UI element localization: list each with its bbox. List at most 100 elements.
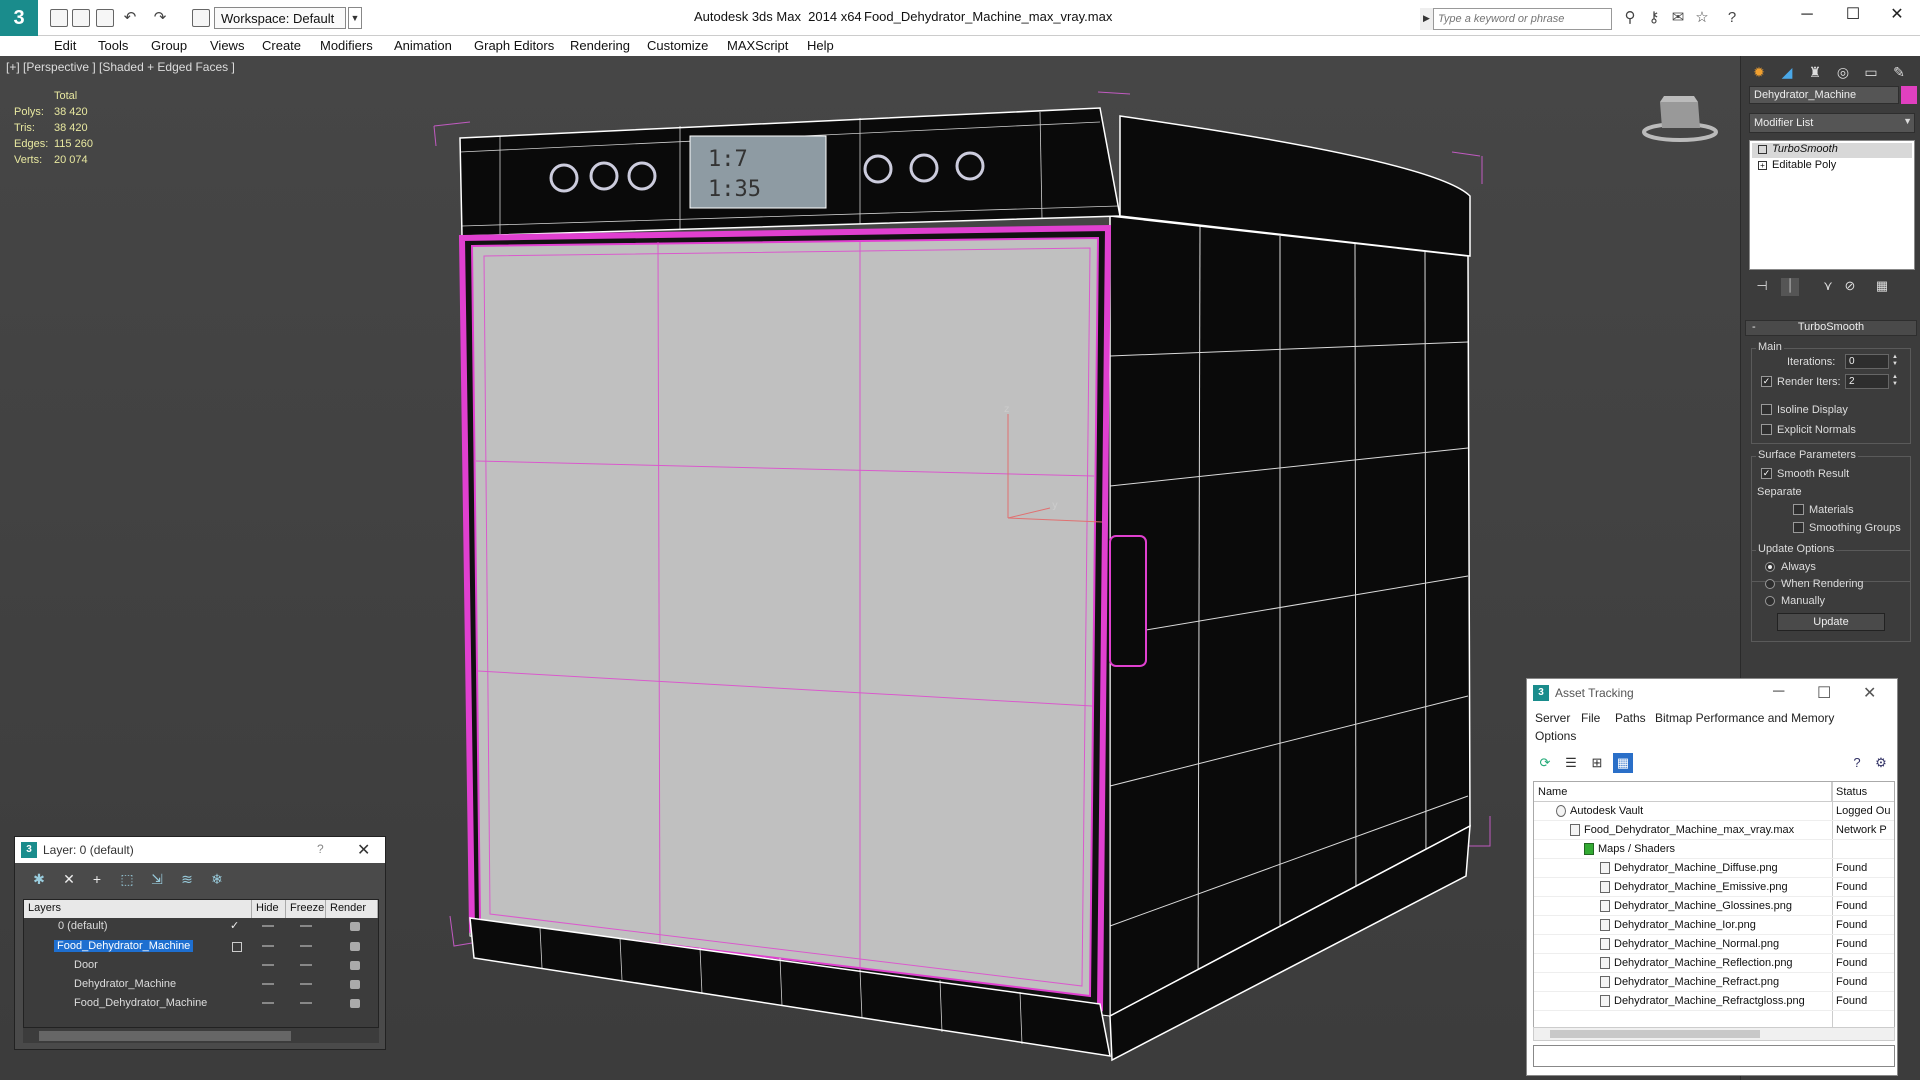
hierarchy-tab-icon[interactable]: ♜ bbox=[1803, 60, 1827, 84]
select-objects-icon[interactable]: ⬚ bbox=[117, 871, 137, 889]
settings-icon[interactable]: ⚙ bbox=[1871, 753, 1891, 773]
freeze-all-icon[interactable]: ❄ bbox=[207, 871, 227, 889]
open-file-icon[interactable] bbox=[72, 9, 90, 27]
help-icon[interactable]: ? bbox=[1847, 753, 1867, 773]
menu-maxscript[interactable]: MAXScript bbox=[727, 38, 788, 53]
explicit-normals-checkbox[interactable] bbox=[1761, 424, 1772, 435]
layer-row[interactable]: Food_Dehydrator_Machine bbox=[24, 938, 378, 957]
utilities-tab-icon[interactable]: ✎ bbox=[1887, 60, 1911, 84]
close-icon[interactable]: ✕ bbox=[1863, 683, 1876, 703]
favorites-star-icon[interactable]: ☆ bbox=[1694, 10, 1710, 26]
turbosmooth-rollout-header[interactable]: - TurboSmooth bbox=[1745, 320, 1917, 336]
iterations-spinner[interactable]: 0 bbox=[1845, 354, 1889, 369]
key-icon[interactable]: ⚷ bbox=[1646, 10, 1662, 26]
hide-toggle[interactable] bbox=[262, 945, 274, 947]
freeze-toggle[interactable] bbox=[300, 983, 312, 985]
minimize-icon[interactable]: ─ bbox=[1784, 0, 1830, 32]
expand-plus-icon[interactable]: + bbox=[1758, 161, 1767, 170]
search-expand-icon[interactable]: ▶ bbox=[1420, 8, 1434, 30]
workspace-arrow-icon[interactable]: ▼ bbox=[348, 7, 362, 29]
asset-row[interactable]: Autodesk Vault Logged Ou bbox=[1534, 802, 1894, 821]
viewport-label[interactable]: [+] [Perspective ] [Shaded + Edged Faces… bbox=[6, 60, 235, 74]
table-view-icon[interactable]: ▦ bbox=[1613, 753, 1633, 773]
scrollbar-thumb[interactable] bbox=[39, 1031, 291, 1041]
render-teapot-icon[interactable] bbox=[350, 980, 360, 989]
menu-tools[interactable]: Tools bbox=[98, 38, 128, 53]
hide-toggle[interactable] bbox=[262, 925, 274, 927]
spinner-arrows-icon[interactable]: ▲ ▼ bbox=[1891, 374, 1899, 389]
always-radio[interactable] bbox=[1765, 562, 1775, 572]
hide-all-icon[interactable]: ≋ bbox=[177, 871, 197, 889]
manually-radio[interactable] bbox=[1765, 596, 1775, 606]
render-teapot-icon[interactable] bbox=[350, 922, 360, 931]
materials-checkbox[interactable] bbox=[1793, 504, 1804, 515]
asset-row[interactable]: Dehydrator_Machine_Emissive.png Found bbox=[1534, 878, 1894, 897]
menu-views[interactable]: Views bbox=[210, 38, 244, 53]
close-icon[interactable]: ✕ bbox=[1874, 0, 1920, 32]
menu-edit[interactable]: Edit bbox=[54, 38, 76, 53]
freeze-toggle[interactable] bbox=[300, 964, 312, 966]
render-iters-checkbox[interactable]: ✓ bbox=[1761, 376, 1772, 387]
add-to-layer-icon[interactable]: + bbox=[87, 871, 107, 889]
project-folder-icon[interactable] bbox=[192, 9, 210, 27]
asset-row[interactable]: Dehydrator_Machine_Ior.png Found bbox=[1534, 916, 1894, 935]
asset-row[interactable]: Dehydrator_Machine_Glossines.png Found bbox=[1534, 897, 1894, 916]
menu-help[interactable]: Help bbox=[807, 38, 834, 53]
column-header-layers[interactable]: Layers bbox=[24, 900, 252, 918]
list-view-icon[interactable]: ☰ bbox=[1561, 753, 1581, 773]
render-iters-spinner[interactable]: 2 bbox=[1845, 374, 1889, 389]
menu-options[interactable]: Options bbox=[1535, 729, 1576, 743]
column-header-freeze[interactable]: Freeze bbox=[286, 900, 326, 918]
search-input[interactable] bbox=[1436, 10, 1608, 28]
show-end-result-icon[interactable]: ⏐ bbox=[1781, 278, 1799, 296]
object-name-field[interactable]: Dehydrator_Machine bbox=[1749, 86, 1899, 104]
layer-row[interactable]: 0 (default) ✓ bbox=[24, 918, 378, 937]
freeze-toggle[interactable] bbox=[300, 945, 312, 947]
asset-tracking-titlebar[interactable]: 3 Asset Tracking ─ ☐ ✕ bbox=[1527, 679, 1897, 707]
redo-icon[interactable]: ↷ bbox=[152, 10, 168, 26]
menu-server[interactable]: Server bbox=[1535, 711, 1570, 725]
binoculars-icon[interactable]: ⚲ bbox=[1622, 10, 1638, 26]
maximize-icon[interactable]: ☐ bbox=[1817, 683, 1831, 703]
motion-tab-icon[interactable]: ◎ bbox=[1831, 60, 1855, 84]
hide-toggle[interactable] bbox=[262, 964, 274, 966]
scrollbar-thumb[interactable] bbox=[1550, 1030, 1760, 1038]
layer-row[interactable]: Food_Dehydrator_Machine bbox=[24, 995, 378, 1014]
column-header-name[interactable]: Name bbox=[1534, 782, 1832, 802]
create-tab-icon[interactable]: ✹ bbox=[1747, 60, 1771, 84]
freeze-toggle[interactable] bbox=[300, 1002, 312, 1004]
asset-row[interactable]: Dehydrator_Machine_Normal.png Found bbox=[1534, 935, 1894, 954]
menu-rendering[interactable]: Rendering bbox=[570, 38, 630, 53]
remove-modifier-icon[interactable]: ⊘ bbox=[1841, 278, 1859, 296]
isoline-display-checkbox[interactable] bbox=[1761, 404, 1772, 415]
close-icon[interactable]: ✕ bbox=[357, 840, 370, 860]
render-teapot-icon[interactable] bbox=[350, 961, 360, 970]
save-file-icon[interactable] bbox=[96, 9, 114, 27]
asset-row[interactable]: Food_Dehydrator_Machine_max_vray.max Netw… bbox=[1534, 821, 1894, 840]
minimize-icon[interactable]: ─ bbox=[1773, 683, 1784, 701]
highlight-layer-icon[interactable]: ⇲ bbox=[147, 871, 167, 889]
hide-toggle[interactable] bbox=[262, 1002, 274, 1004]
asset-row[interactable]: Dehydrator_Machine_Reflection.png Found bbox=[1534, 954, 1894, 973]
layer-row[interactable]: Door bbox=[24, 957, 378, 976]
stack-item-editable-poly[interactable]: + Editable Poly bbox=[1752, 159, 1912, 174]
lightbulb-icon[interactable] bbox=[1758, 145, 1767, 154]
layer-dialog-titlebar[interactable]: 3 Layer: 0 (default) ? ✕ bbox=[15, 837, 385, 863]
column-header-hide[interactable]: Hide bbox=[252, 900, 286, 918]
menu-file[interactable]: File bbox=[1581, 711, 1600, 725]
delete-layer-icon[interactable]: ✕ bbox=[59, 871, 79, 889]
configure-modifier-sets-icon[interactable]: ▦ bbox=[1873, 278, 1891, 296]
modify-tab-icon[interactable]: ◢ bbox=[1775, 60, 1799, 84]
workspace-dropdown[interactable]: Workspace: Default bbox=[214, 7, 346, 29]
freeze-toggle[interactable] bbox=[300, 925, 312, 927]
asset-row[interactable]: Dehydrator_Machine_Diffuse.png Found bbox=[1534, 859, 1894, 878]
display-tab-icon[interactable]: ▭ bbox=[1859, 60, 1883, 84]
horizontal-scrollbar[interactable] bbox=[1533, 1027, 1895, 1041]
set-active-box-icon[interactable] bbox=[232, 942, 242, 952]
help-icon[interactable]: ? bbox=[1724, 10, 1740, 26]
refresh-icon[interactable]: ⟳ bbox=[1535, 753, 1555, 773]
menu-bitmap-performance[interactable]: Bitmap Performance and Memory bbox=[1655, 711, 1834, 725]
asset-row[interactable]: Dehydrator_Machine_Refract.png Found bbox=[1534, 973, 1894, 992]
hide-toggle[interactable] bbox=[262, 983, 274, 985]
smooth-result-checkbox[interactable]: ✓ bbox=[1761, 468, 1772, 479]
